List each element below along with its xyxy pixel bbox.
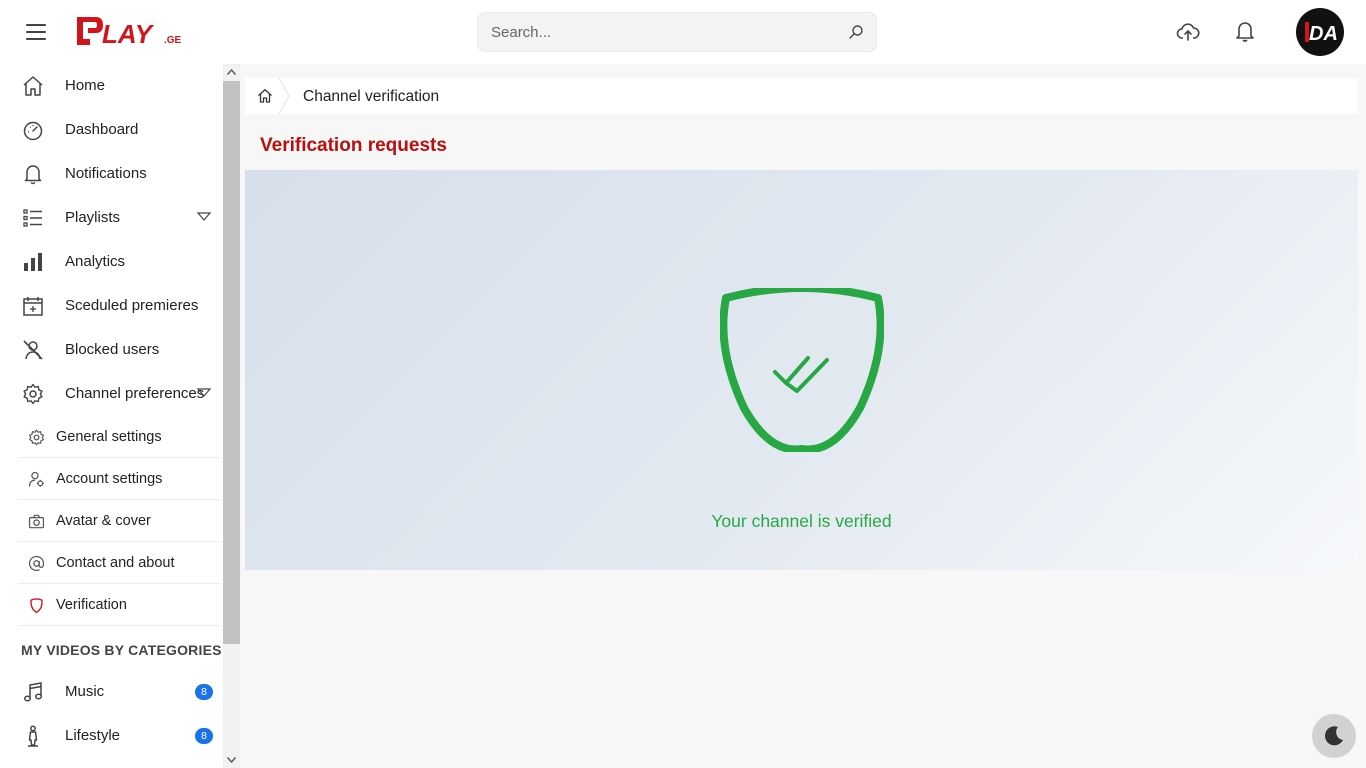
sidebar-item-blocked-users[interactable]: Blocked users [0,328,223,372]
svg-text:DA: DA [1309,23,1338,45]
top-header: LAY .GE DA [0,0,1366,64]
subitem-label: Verification [56,597,127,613]
verified-status-text: Your channel is verified [711,511,892,531]
subitem-account-settings[interactable]: Account settings [18,458,221,500]
chevron-down-icon[interactable] [197,388,211,398]
section-title: MY VIDEOS BY CATEGORIES [21,642,222,658]
bell-icon [24,165,42,185]
user-blocked-icon [23,340,43,360]
sidebar-item-home[interactable]: Home [0,64,223,108]
gear-icon [29,429,44,446]
search-icon[interactable] [848,24,864,40]
sidebar-item-notifications[interactable]: Notifications [0,152,223,196]
sidebar-item-label: Blocked users [65,341,160,358]
menu-icon[interactable] [24,20,48,44]
moon-icon [1324,726,1343,746]
gauge-icon [23,121,43,141]
shield-icon [30,598,43,614]
category-label: Lifestyle [65,727,121,744]
sidebar-item-label: Dashboard [65,121,139,138]
scroll-down-arrow-icon[interactable] [226,754,237,765]
person-icon [28,725,38,747]
sidebar-item-playlists[interactable]: Playlists [0,196,223,240]
sidebar-scrollbar[interactable] [223,64,240,768]
breadcrumb-separator [278,78,290,114]
sidebar: Home Dashboard Notifications Playlists A… [0,64,223,768]
verified-shield-icon [720,288,884,452]
verification-panel: Your channel is verified [245,170,1358,570]
breadcrumb: Channel verification [245,78,1358,114]
sidebar-item-label: Home [65,77,106,94]
subitem-verification[interactable]: Verification [18,584,221,626]
count-badge: 8 [195,684,213,700]
home-icon [23,76,43,96]
search-box[interactable] [477,12,877,52]
category-label: Music [65,683,105,700]
bell-icon[interactable] [1234,19,1256,43]
dark-mode-toggle[interactable] [1312,714,1356,758]
subitem-general-settings[interactable]: General settings [18,416,221,458]
scrollbar-thumb[interactable] [223,81,240,644]
upload-cloud-icon[interactable] [1176,20,1200,44]
svg-text:.GE: .GE [164,35,182,46]
svg-text:LAY: LAY [102,19,155,49]
camera-icon [28,514,45,529]
at-icon [28,555,45,571]
home-icon[interactable] [257,88,273,104]
bar-chart-icon [24,253,42,271]
sidebar-item-dashboard[interactable]: Dashboard [0,108,223,152]
sidebar-item-label: Analytics [65,253,126,270]
category-item-music[interactable]: Music 8 [0,670,223,714]
category-item-lifestyle[interactable]: Lifestyle 8 [0,714,223,758]
subitem-label: Account settings [56,471,163,487]
sidebar-item-scheduled-premieres[interactable]: Sceduled premieres [0,284,223,328]
sidebar-item-channel-preferences[interactable]: Channel preferences [0,372,223,416]
user-gear-icon [28,471,44,487]
chevron-down-icon[interactable] [197,212,211,222]
avatar[interactable]: DA [1296,8,1344,56]
search-input[interactable] [478,13,838,51]
music-icon [23,682,43,702]
gear-icon [23,383,43,405]
sidebar-item-label: Notifications [65,165,147,182]
logo[interactable]: LAY .GE [76,14,186,50]
subitem-label: General settings [56,429,162,445]
sidebar-item-label: Playlists [65,209,121,226]
subitem-avatar-cover[interactable]: Avatar & cover [18,500,221,542]
subitem-label: Contact and about [56,555,175,571]
subitem-label: Avatar & cover [56,513,151,529]
page-title: Verification requests [260,135,447,156]
sidebar-item-label: Channel preferences [65,385,205,402]
calendar-icon [23,297,43,316]
sidebar-item-label: Sceduled premieres [65,297,199,314]
breadcrumb-current: Channel verification [303,88,440,105]
list-icon [23,209,42,227]
subitem-contact-about[interactable]: Contact and about [18,542,221,584]
scroll-up-arrow-icon[interactable] [226,67,237,78]
count-badge: 8 [195,728,213,744]
sidebar-item-analytics[interactable]: Analytics [0,240,223,284]
